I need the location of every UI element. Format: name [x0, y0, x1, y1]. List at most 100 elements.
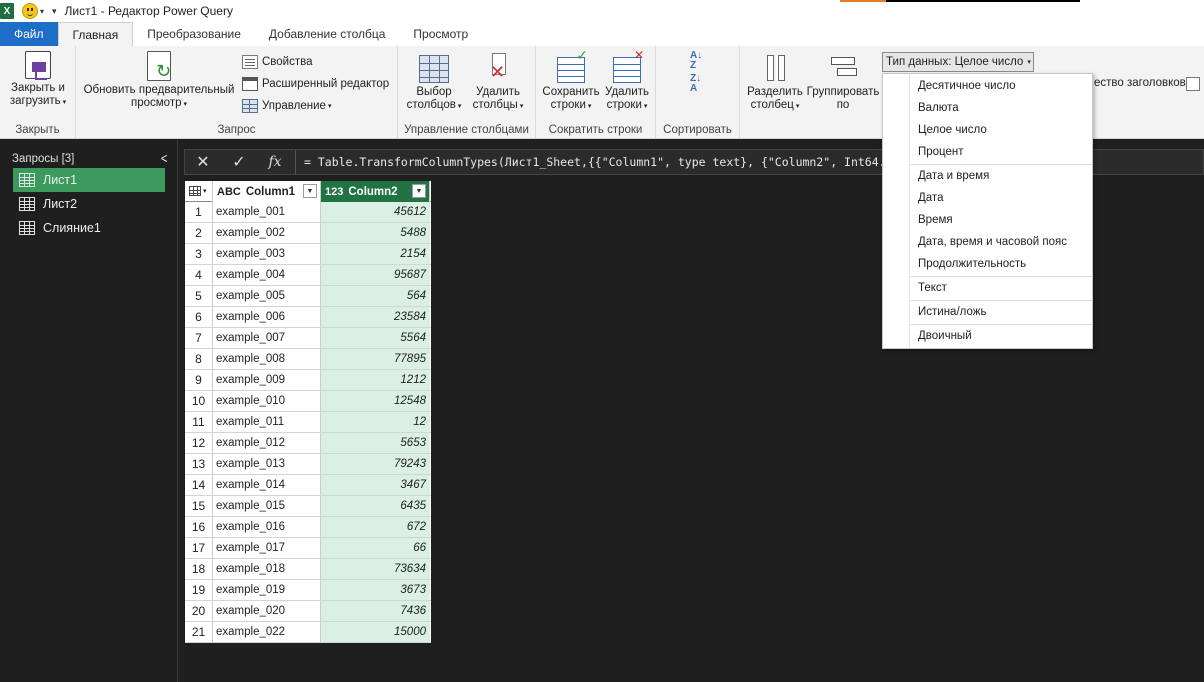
cell-column2[interactable]: 73634	[321, 559, 430, 579]
manage-button[interactable]: Управление ▾	[242, 96, 331, 116]
row-number[interactable]: 20	[185, 601, 213, 621]
menu-item-date[interactable]: Дата	[918, 192, 943, 204]
collapse-pane-icon[interactable]: <	[161, 150, 168, 166]
table-row[interactable]: 18 example_018 73634	[185, 559, 431, 580]
integer-type-icon[interactable]: 123	[325, 186, 343, 198]
cell-column2[interactable]: 564	[321, 286, 430, 306]
cell-column2[interactable]: 23584	[321, 307, 430, 327]
row-number[interactable]: 13	[185, 454, 213, 474]
row-number[interactable]: 6	[185, 307, 213, 327]
table-row[interactable]: 17 example_017 66	[185, 538, 431, 559]
row-number[interactable]: 3	[185, 244, 213, 264]
row-number[interactable]: 1	[185, 202, 213, 222]
menu-item-time[interactable]: Время	[918, 214, 953, 226]
feedback-smiley-icon[interactable]	[22, 3, 38, 19]
tab-home[interactable]: Главная	[57, 22, 134, 46]
table-row[interactable]: 3 example_003 2154	[185, 244, 431, 265]
row-number[interactable]: 19	[185, 580, 213, 600]
table-row[interactable]: 9 example_009 1212	[185, 370, 431, 391]
filter-dropdown-icon[interactable]: ▼	[303, 184, 317, 198]
cell-column2[interactable]: 2154	[321, 244, 430, 264]
table-menu-button[interactable]: ▾	[185, 181, 213, 202]
table-row[interactable]: 21 example_022 15000	[185, 622, 431, 643]
cell-column1[interactable]: example_020	[213, 601, 321, 621]
refresh-preview-button[interactable]: Обновить предварительный просмотр▾	[80, 51, 238, 111]
table-row[interactable]: 20 example_020 7436	[185, 601, 431, 622]
cell-column1[interactable]: example_012	[213, 433, 321, 453]
table-row[interactable]: 7 example_007 5564	[185, 328, 431, 349]
cell-column2[interactable]: 672	[321, 517, 430, 537]
cell-column1[interactable]: example_022	[213, 622, 321, 642]
properties-button[interactable]: Свойства	[242, 52, 313, 72]
row-number[interactable]: 11	[185, 412, 213, 432]
menu-item-true-false[interactable]: Истина/ложь	[918, 306, 986, 318]
row-number[interactable]: 9	[185, 370, 213, 390]
table-row[interactable]: 12 example_012 5653	[185, 433, 431, 454]
menu-item-duration[interactable]: Продолжительность	[918, 258, 1026, 270]
cell-column2[interactable]: 1212	[321, 370, 430, 390]
table-row[interactable]: 11 example_011 12	[185, 412, 431, 433]
menu-item-datetime[interactable]: Дата и время	[918, 170, 989, 182]
cell-column1[interactable]: example_014	[213, 475, 321, 495]
cell-column2[interactable]: 12548	[321, 391, 430, 411]
query-item-merge1[interactable]: Слияние1	[13, 216, 165, 240]
menu-item-whole-number[interactable]: Целое число	[918, 124, 987, 136]
tab-view[interactable]: Просмотр	[399, 22, 482, 46]
cell-column1[interactable]: example_002	[213, 223, 321, 243]
cell-column1[interactable]: example_016	[213, 517, 321, 537]
cell-column1[interactable]: example_004	[213, 265, 321, 285]
filter-dropdown-icon[interactable]: ▼	[412, 184, 426, 198]
cell-column2[interactable]: 66	[321, 538, 430, 558]
query-item-list2[interactable]: Лист2	[13, 192, 165, 216]
column-header-column1[interactable]: ABC Column1 ▼	[213, 181, 321, 202]
row-number[interactable]: 12	[185, 433, 213, 453]
row-number[interactable]: 5	[185, 286, 213, 306]
row-number[interactable]: 21	[185, 622, 213, 642]
cell-column1[interactable]: example_001	[213, 202, 321, 222]
keep-rows-button[interactable]: Сохранить строки▾	[540, 49, 602, 113]
tab-file[interactable]: Файл	[0, 22, 58, 46]
cell-column2[interactable]: 3673	[321, 580, 430, 600]
cell-column2[interactable]: 95687	[321, 265, 430, 285]
cell-column2[interactable]: 5488	[321, 223, 430, 243]
cell-column2[interactable]: 5653	[321, 433, 430, 453]
tab-transform[interactable]: Преобразование	[133, 22, 255, 46]
menu-item-datetimezone[interactable]: Дата, время и часовой пояс	[918, 236, 1067, 248]
sort-ascending-button[interactable]: A↓ Z	[690, 51, 710, 74]
row-number[interactable]: 16	[185, 517, 213, 537]
cell-column2[interactable]: 6435	[321, 496, 430, 516]
row-number[interactable]: 10	[185, 391, 213, 411]
row-number[interactable]: 17	[185, 538, 213, 558]
table-row[interactable]: 1 example_001 45612	[185, 202, 431, 223]
confirm-formula-icon[interactable]: ✓	[221, 150, 257, 174]
row-number[interactable]: 14	[185, 475, 213, 495]
cell-column1[interactable]: example_008	[213, 349, 321, 369]
text-type-icon[interactable]: ABC	[217, 186, 241, 198]
table-row[interactable]: 8 example_008 77895	[185, 349, 431, 370]
cell-column1[interactable]: example_018	[213, 559, 321, 579]
menu-item-decimal[interactable]: Десятичное число	[918, 80, 1016, 92]
row-number[interactable]: 15	[185, 496, 213, 516]
split-column-button[interactable]: Разделить столбец ▾	[744, 51, 806, 113]
menu-item-currency[interactable]: Валюта	[918, 102, 959, 114]
cell-column2[interactable]: 7436	[321, 601, 430, 621]
cell-column2[interactable]: 79243	[321, 454, 430, 474]
replace-values-icon[interactable]	[1186, 77, 1200, 91]
cell-column1[interactable]: example_005	[213, 286, 321, 306]
cell-column2[interactable]: 45612	[321, 202, 430, 222]
cell-column1[interactable]: example_017	[213, 538, 321, 558]
row-number[interactable]: 2	[185, 223, 213, 243]
table-row[interactable]: 16 example_016 672	[185, 517, 431, 538]
row-number[interactable]: 4	[185, 265, 213, 285]
table-row[interactable]: 19 example_019 3673	[185, 580, 431, 601]
tab-add-column[interactable]: Добавление столбца	[255, 22, 400, 46]
use-first-row-as-headers-button[interactable]: ество заголовков▾	[1094, 77, 1195, 89]
cell-column1[interactable]: example_010	[213, 391, 321, 411]
row-number[interactable]: 18	[185, 559, 213, 579]
cell-column1[interactable]: example_006	[213, 307, 321, 327]
cell-column1[interactable]: example_003	[213, 244, 321, 264]
menu-item-percent[interactable]: Процент	[918, 146, 964, 158]
query-item-list1[interactable]: Лист1	[13, 168, 165, 192]
data-type-button[interactable]: Тип данных: Целое число ▾	[882, 52, 1034, 72]
cell-column2[interactable]: 5564	[321, 328, 430, 348]
